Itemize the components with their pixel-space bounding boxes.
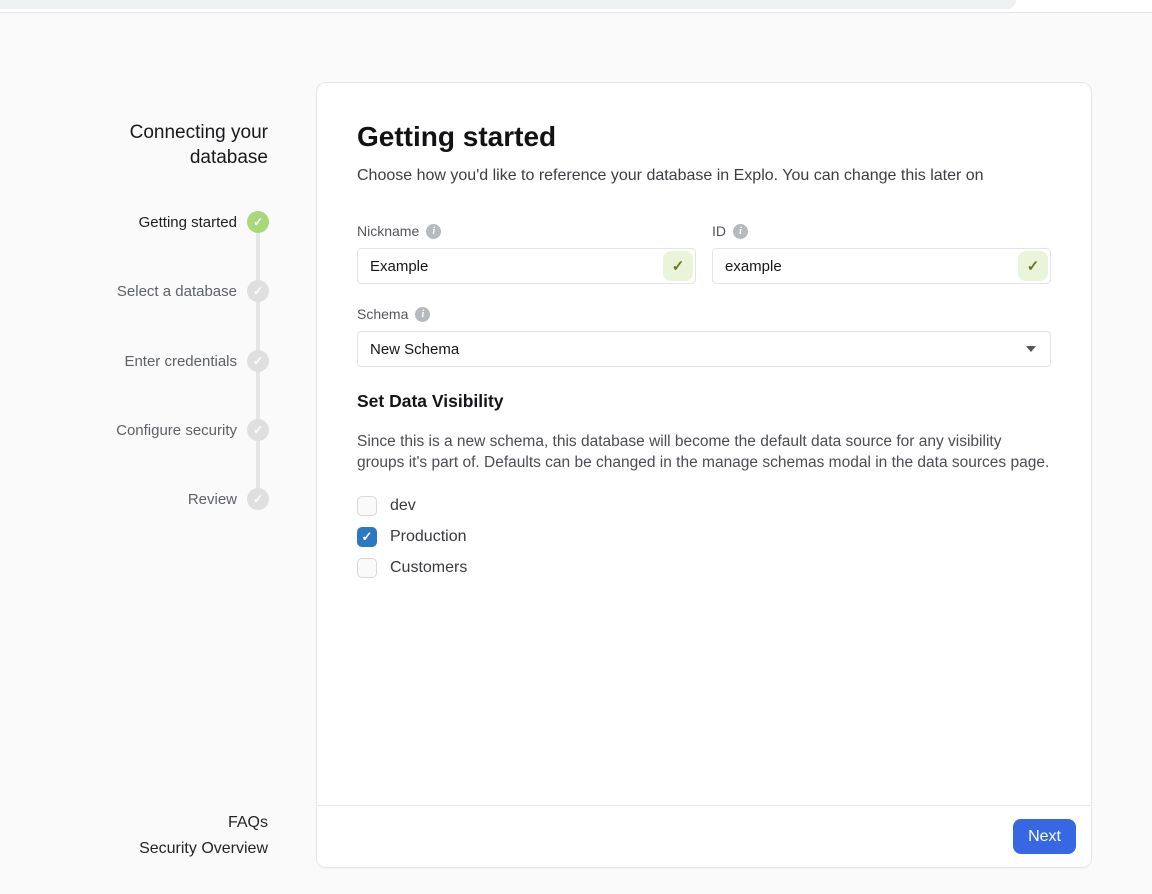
visibility-group-production[interactable]: ✓ Production — [357, 527, 1051, 547]
step-label: Configure security — [116, 422, 237, 439]
id-input-wrap: ✓ — [712, 248, 1051, 284]
wizard-title: Connecting your database — [93, 120, 268, 170]
visibility-group-customers[interactable]: ✓ Customers — [357, 558, 1051, 578]
next-button[interactable]: Next — [1013, 819, 1076, 854]
step-label: Enter credentials — [124, 353, 237, 370]
info-icon[interactable]: i — [426, 224, 441, 239]
schema-field-group: Schema i New Schema — [357, 306, 1051, 367]
nickname-input-wrap: ✓ — [357, 248, 696, 284]
browser-chrome-sliver — [0, 0, 1152, 13]
data-visibility-description: Since this is a new schema, this databas… — [357, 431, 1051, 473]
visibility-group-list: ✓ dev ✓ Production ✓ Customers — [357, 496, 1051, 578]
nickname-label-row: Nickname i — [357, 223, 696, 239]
step-check-icon: ✓ — [247, 350, 269, 372]
nickname-input[interactable] — [357, 248, 696, 284]
step-check-icon: ✓ — [247, 280, 269, 302]
step-check-icon: ✓ — [247, 419, 269, 441]
checkbox-unchecked[interactable]: ✓ — [357, 496, 377, 516]
step-configure-security[interactable]: Configure security ✓ — [116, 419, 269, 441]
step-select-database[interactable]: Select a database ✓ — [117, 280, 269, 302]
visibility-group-dev[interactable]: ✓ dev — [357, 496, 1051, 516]
checkbox-label: dev — [390, 497, 416, 515]
getting-started-card: Getting started Choose how you'd like to… — [316, 82, 1092, 868]
page-subtitle: Choose how you'd like to reference your … — [357, 165, 1051, 187]
wizard-sidebar: Connecting your database Getting started… — [0, 14, 280, 894]
id-field-group: ID i ✓ — [712, 223, 1051, 284]
schema-select[interactable]: New Schema — [357, 331, 1051, 367]
info-icon[interactable]: i — [415, 307, 430, 322]
step-enter-credentials[interactable]: Enter credentials ✓ — [124, 350, 269, 372]
schema-label-row: Schema i — [357, 306, 1051, 322]
step-getting-started[interactable]: Getting started ✓ — [139, 211, 269, 233]
page-title: Getting started — [357, 119, 1051, 155]
valid-check-icon: ✓ — [663, 251, 693, 281]
nickname-field-group: Nickname i ✓ — [357, 223, 696, 284]
security-overview-link[interactable]: Security Overview — [139, 836, 268, 862]
id-input[interactable] — [712, 248, 1051, 284]
step-check-icon: ✓ — [247, 488, 269, 510]
id-label: ID — [712, 223, 726, 239]
step-check-icon: ✓ — [247, 211, 269, 233]
checkbox-label: Customers — [390, 559, 467, 577]
step-label: Select a database — [117, 283, 237, 300]
browser-tab-remnant — [0, 0, 1016, 9]
chevron-down-icon — [1026, 346, 1036, 352]
faqs-link[interactable]: FAQs — [139, 810, 268, 836]
valid-check-icon: ✓ — [1018, 251, 1048, 281]
checkbox-label: Production — [390, 528, 467, 546]
checkbox-checked[interactable]: ✓ — [357, 527, 377, 547]
step-label: Getting started — [139, 214, 237, 231]
step-review[interactable]: Review ✓ — [188, 488, 269, 510]
card-body: Getting started Choose how you'd like to… — [317, 83, 1091, 578]
nickname-label: Nickname — [357, 223, 419, 239]
checkbox-unchecked[interactable]: ✓ — [357, 558, 377, 578]
step-label: Review — [188, 491, 237, 508]
data-visibility-heading: Set Data Visibility — [357, 391, 1051, 412]
sidebar-links: FAQs Security Overview — [139, 810, 268, 862]
id-label-row: ID i — [712, 223, 1051, 239]
schema-label: Schema — [357, 306, 408, 322]
schema-selected-value: New Schema — [370, 341, 459, 358]
nickname-id-row: Nickname i ✓ ID i ✓ — [357, 223, 1051, 284]
card-footer: Next — [317, 805, 1091, 867]
info-icon[interactable]: i — [733, 224, 748, 239]
